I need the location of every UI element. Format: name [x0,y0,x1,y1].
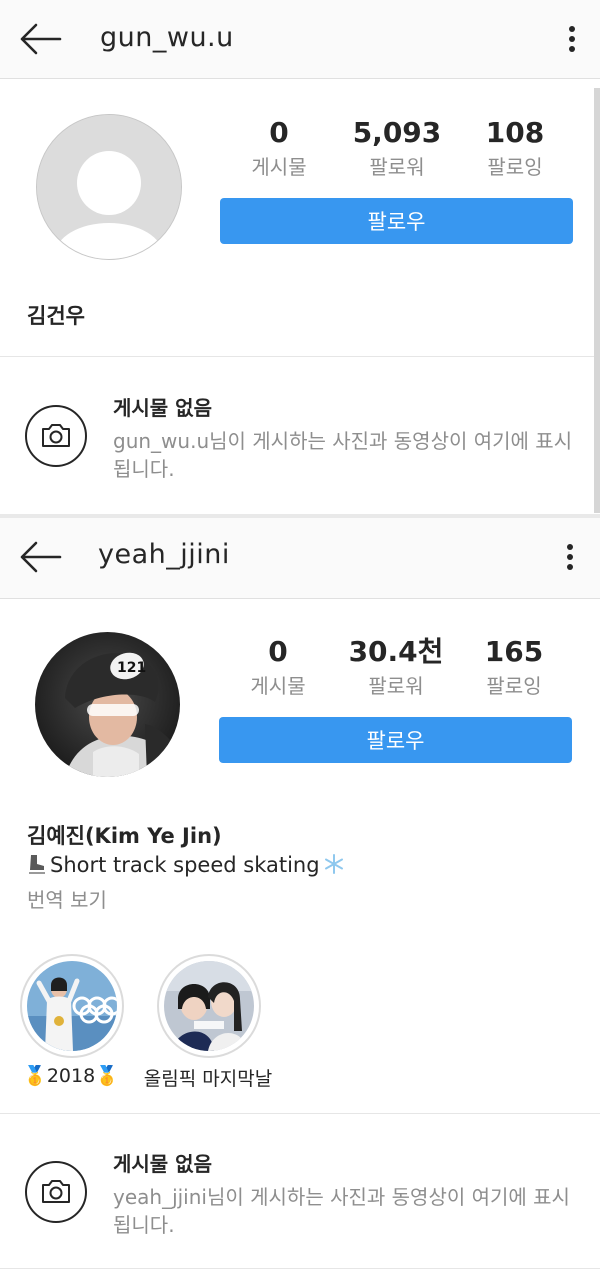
no-posts-description: gun_wu.u님이 게시하는 사진과 동영상이 여기에 표시됩니다. [113,429,573,481]
stat-label: 게시물 [251,155,307,179]
default-avatar[interactable] [36,114,182,260]
camera-icon [42,424,70,447]
scrollbar[interactable] [594,88,600,513]
top-bar: yeah_jjini [0,518,600,599]
profile-bio: Short track speed skating [27,853,345,880]
profile-username: gun_wu.u [100,22,234,53]
stat-value: 165 [484,635,544,668]
stat-value: 108 [485,116,545,149]
back-arrow-icon[interactable] [18,540,62,574]
no-posts-description: yeah_jjini님이 게시하는 사진과 동영상이 여기에 표시됩니다. [113,1185,570,1237]
divider [0,1268,600,1269]
highlight-label: 올림픽 마지막날 [143,1068,273,1090]
stat-followers[interactable]: 5,093 팔로워 [342,116,452,182]
highlight-cover [164,961,254,1051]
story-highlight-2018[interactable] [20,954,124,1058]
stat-following[interactable]: 165 팔로잉 [459,635,569,701]
no-posts-title: 게시물 없음 [113,1152,212,1176]
profile-full-name: 김건우 [27,304,85,328]
profile-full-name: 김예진(Kim Ye Jin) [27,824,222,848]
profile-photo[interactable]: 121 [35,632,180,777]
stat-following[interactable]: 108 팔로잉 [460,116,570,182]
more-options-icon[interactable] [562,542,578,572]
stat-value: 0 [268,635,288,668]
snowflake-icon [323,853,345,880]
top-bar: gun_wu.u [0,0,600,79]
camera-circle [25,405,87,467]
gold-medal-olympic-rings-icon [27,961,117,1051]
back-arrow-icon[interactable] [18,22,62,56]
stat-posts[interactable]: 0 게시물 [223,635,333,701]
follow-button[interactable]: 팔로우 [219,717,572,763]
highlight-cover [27,961,117,1051]
skater-photo: 121 [35,632,180,777]
two-skaters-selfie-icon [164,961,254,1051]
translate-link[interactable]: 번역 보기 [27,884,107,913]
story-highlight-olympic-last-day[interactable] [157,954,261,1058]
stat-posts[interactable]: 0 게시물 [224,116,334,182]
profile-screen-2: yeah_jjini 121 0 게시물 30.4천 팔로워 165 팔로잉 팔… [0,518,600,1275]
divider [0,356,600,357]
highlight-label: 🥇2018🥇 [23,1065,119,1087]
follow-button[interactable]: 팔로우 [220,198,573,244]
stat-label: 팔로잉 [486,674,542,698]
camera-icon [42,1180,70,1203]
stat-followers[interactable]: 30.4천 팔로워 [341,635,451,701]
stat-label: 게시물 [250,674,306,698]
divider [0,1113,600,1114]
stat-value: 5,093 [352,116,442,149]
more-options-icon[interactable] [564,24,580,54]
stat-value: 0 [269,116,289,149]
helmet-number: 121 [117,660,146,676]
bio-text: Short track speed skating [50,853,320,877]
avatar-placeholder-icon [37,115,181,259]
profile-username: yeah_jjini [98,539,230,570]
stat-value: 30.4천 [348,635,444,668]
stat-label: 팔로워 [369,155,425,179]
stat-label: 팔로잉 [487,155,543,179]
stat-label: 팔로워 [368,674,424,698]
profile-screen-1: gun_wu.u 0 게시물 5,093 팔로워 108 팔로잉 팔로우 김건우… [0,0,600,516]
camera-circle [25,1161,87,1223]
ice-skate-icon [27,853,47,880]
no-posts-title: 게시물 없음 [113,396,212,420]
